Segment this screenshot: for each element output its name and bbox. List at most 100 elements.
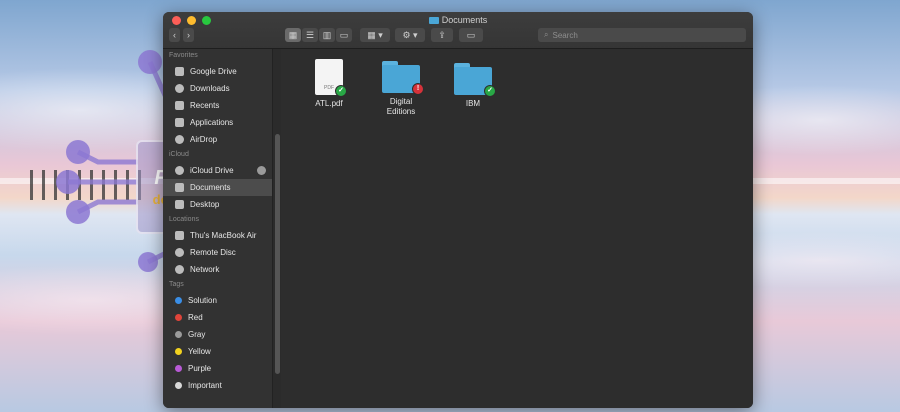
laptop-icon [175,231,184,240]
sidebar-item-label: Desktop [190,200,220,209]
column-view-icon: ▥ [322,29,332,40]
sidebar-item-label: Google Drive [190,67,237,76]
tag-dot-icon [175,331,182,338]
sidebar-item-label: AirDrop [190,135,218,144]
sidebar-item-google-drive[interactable]: Google Drive [163,63,272,80]
desktop-icon [175,200,184,209]
sidebar-item-recents[interactable]: Recents [163,97,272,114]
sidebar-item-label: Recents [190,101,220,110]
disc-icon [175,248,184,257]
sidebar-item-desktop[interactable]: Desktop [163,196,272,213]
sidebar-item-label: Remote Disc [190,248,236,257]
applications-icon [175,118,184,127]
sidebar-item-label: Purple [188,364,212,373]
share-button[interactable]: ⇪ [431,28,453,42]
file-name: ATL.pdf [315,99,343,108]
titlebar: Documents ‹ › ▦ ☰ ▥ ▭ ▦ ▾ ⚙ ▾ ⇪ ▭ ⌕ Sear… [163,12,753,49]
folder-icon: ✓ [454,63,496,97]
sidebar-item-icloud-drive[interactable]: iCloud Drive [163,162,272,179]
sidebar-tag-red[interactable]: Red [163,309,272,326]
tags-heading: Tags [169,281,184,288]
gear-icon: ⚙ ▾ [402,29,418,40]
sidebar-item-label: Red [188,313,203,322]
group-icon: ▦ ▾ [367,29,383,40]
tag-dot-icon [175,365,182,372]
sidebar-item-label: Gray [188,330,206,339]
gallery-view-icon: ▭ [339,29,349,40]
tag-dot-icon [175,382,182,389]
document-icon [175,183,184,192]
synced-check-icon: ✓ [335,85,347,97]
sidebar-tag-solution[interactable]: Solution [163,292,272,309]
icloud-heading: iCloud [169,151,189,158]
back-button[interactable]: ‹ [169,28,180,42]
sidebar-item-downloads[interactable]: Downloads [163,80,272,97]
tag-dot-icon [175,297,182,304]
sidebar-item-label: Thu's MacBook Air [190,231,257,240]
google-drive-icon [175,67,184,76]
window-title: Documents [163,15,753,25]
sidebar-item-label: Yellow [188,347,211,356]
sidebar-tag-yellow[interactable]: Yellow [163,343,272,360]
folder-icon [428,17,439,24]
file-item-digital-editions[interactable]: ! Digital Editions [366,61,436,117]
tag-dot-icon [175,348,182,355]
sidebar-item-label: Solution [188,296,217,305]
airdrop-icon [175,135,184,144]
chevron-left-icon: ‹ [173,30,176,40]
pdf-file-icon: PDF ✓ [315,59,347,97]
sidebar-item-network[interactable]: Network [163,261,272,278]
column-view-button[interactable]: ▥ [319,28,335,42]
chevron-right-icon: › [187,30,190,40]
share-icon: ⇪ [438,29,446,40]
list-view-icon: ☰ [305,29,315,40]
file-browser: PDF ✓ ATL.pdf ! Digital Editions ✓ IBM [281,49,753,408]
sidebar-item-label: Documents [190,183,231,192]
file-item-ibm[interactable]: ✓ IBM [438,63,508,109]
tags-button[interactable]: ▭ [459,28,483,42]
sidebar-item-label: Applications [190,118,234,127]
cloud-icon [175,166,184,175]
sidebar-item-label: Important [188,381,222,390]
sidebar-item-airdrop[interactable]: AirDrop [163,131,272,148]
wallpaper-figures [30,170,141,200]
finder-window: Documents ‹ › ▦ ☰ ▥ ▭ ▦ ▾ ⚙ ▾ ⇪ ▭ ⌕ Sear… [163,12,753,408]
locations-heading: Locations [169,216,199,223]
icon-view-button[interactable]: ▦ [285,28,301,42]
sync-error-icon: ! [412,83,424,95]
sidebar-item-label: Downloads [190,84,230,93]
sidebar-item-macbook[interactable]: Thu's MacBook Air [163,227,272,244]
action-button[interactable]: ⚙ ▾ [395,28,425,42]
gallery-view-button[interactable]: ▭ [336,28,352,42]
sidebar-scrollbar[interactable] [275,134,280,374]
sidebar: Favorites Google Drive Downloads Recents… [163,49,273,408]
downloads-icon [175,84,184,93]
forward-button[interactable]: › [183,28,194,42]
sidebar-item-remote-disc[interactable]: Remote Disc [163,244,272,261]
file-name: IBM [465,99,481,108]
search-placeholder: Search [552,30,578,40]
sidebar-tag-purple[interactable]: Purple [163,360,272,377]
favorites-heading: Favorites [169,52,198,59]
sidebar-item-applications[interactable]: Applications [163,114,272,131]
tag-icon: ▭ [466,29,476,40]
sync-progress-icon [257,166,266,175]
tag-dot-icon [175,314,182,321]
sidebar-item-label: iCloud Drive [190,166,234,175]
icon-view-icon: ▦ [288,29,298,40]
search-field[interactable]: ⌕ Search [538,28,746,42]
sidebar-item-documents[interactable]: Documents [163,179,272,196]
file-item-atl-pdf[interactable]: PDF ✓ ATL.pdf [294,59,364,109]
file-name: Digital Editions [386,97,416,116]
sidebar-tag-important[interactable]: Important [163,377,272,394]
search-icon: ⌕ [544,30,549,39]
window-title-text: Documents [441,15,488,25]
recents-icon [175,101,184,110]
list-view-button[interactable]: ☰ [302,28,318,42]
network-icon [175,265,184,274]
folder-icon: ! [382,61,424,95]
group-button[interactable]: ▦ ▾ [360,28,390,42]
synced-check-icon: ✓ [484,85,496,97]
sidebar-tag-gray[interactable]: Gray [163,326,272,343]
sidebar-item-label: Network [190,265,220,274]
